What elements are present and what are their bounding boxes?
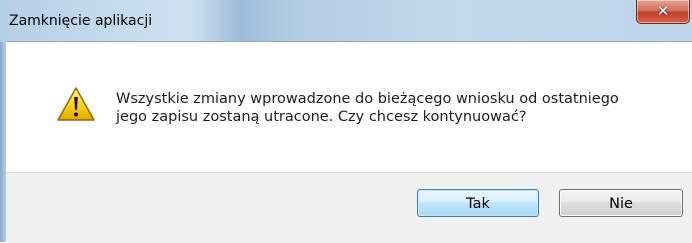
dialog-window: Zamknięcie aplikacji ✕ Wszystkie zmiany … [0,0,692,243]
no-button[interactable]: Nie [559,189,683,217]
window-title: Zamknięcie aplikacji [9,13,153,29]
button-bar: Tak Nie [6,172,692,243]
warning-icon [57,87,95,121]
close-icon: ✕ [656,2,670,20]
yes-button[interactable]: Tak [417,189,539,217]
close-button[interactable]: ✕ [636,0,690,24]
dialog-content: Wszystkie zmiany wprowadzone do bieżąceg… [6,42,692,172]
message-text: Wszystkie zmiany wprowadzone do bieżąceg… [116,90,676,126]
title-bar[interactable]: Zamknięcie aplikacji ✕ [0,0,692,42]
message-line-1: Wszystkie zmiany wprowadzone do bieżąceg… [116,91,619,107]
message-line-2: jego zapisu zostaną utracone. Czy chcesz… [116,109,527,125]
